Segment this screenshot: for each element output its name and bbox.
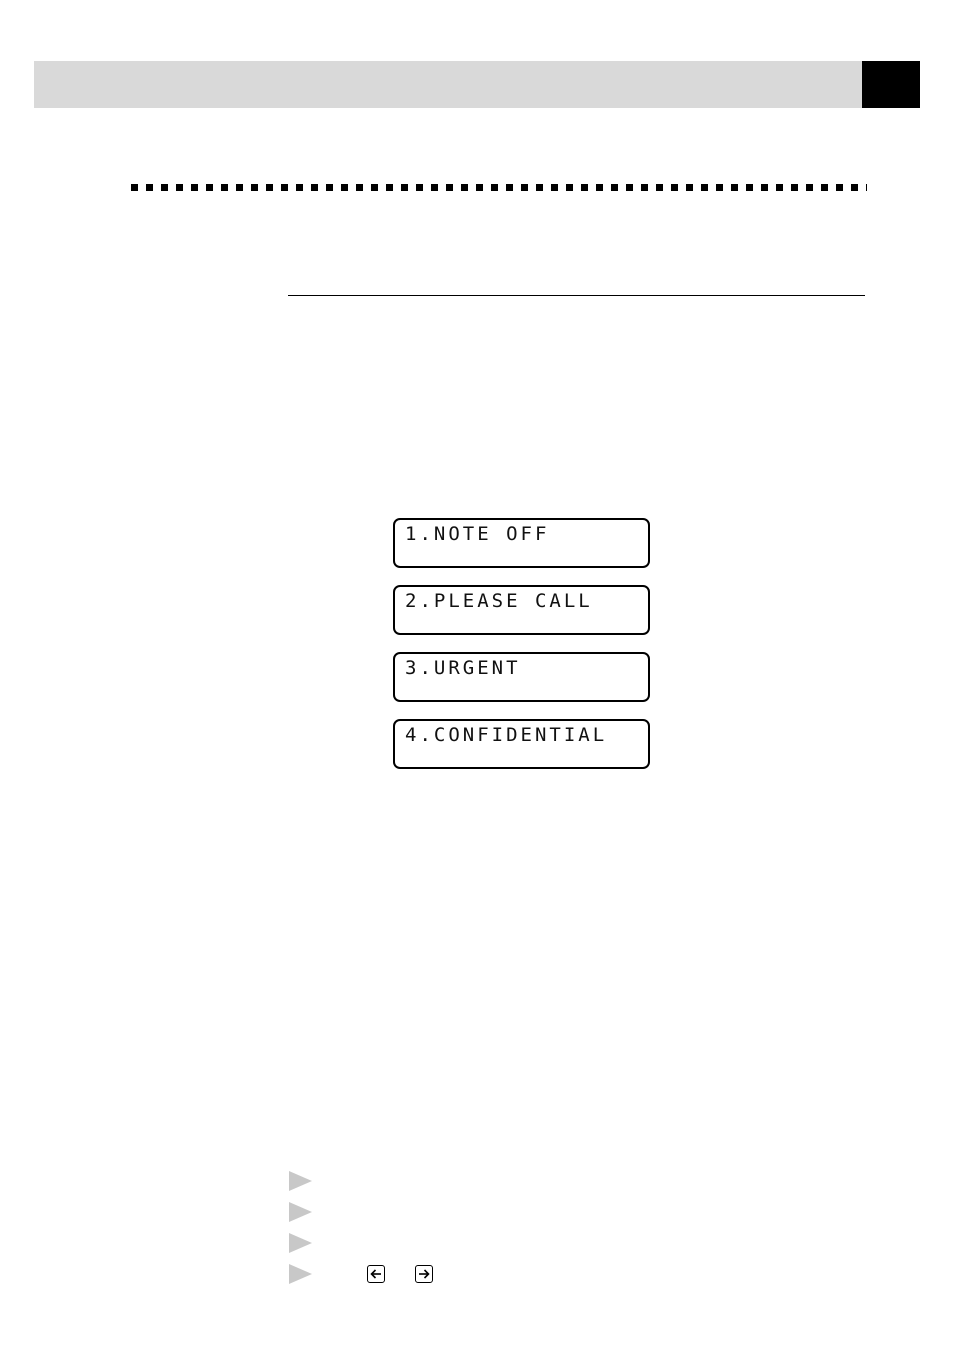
arrow-bullet-icon xyxy=(289,1202,312,1222)
lcd-options-list: 1.NOTE OFF 2.PLEASE CALL 3.URGENT 4.CONF… xyxy=(393,518,650,786)
arrow-bullet-icon xyxy=(289,1264,312,1284)
left-arrow-key-icon xyxy=(367,1265,385,1283)
heading-rule xyxy=(288,295,865,296)
page-header-bar xyxy=(34,61,862,108)
lcd-display-option-1: 1.NOTE OFF xyxy=(393,518,650,568)
lcd-display-option-3: 3.URGENT xyxy=(393,652,650,702)
chapter-tab xyxy=(862,61,920,108)
right-arrow-key-icon xyxy=(415,1265,433,1283)
arrow-bullet-icon xyxy=(289,1171,312,1191)
section-dotted-divider xyxy=(131,184,867,191)
lcd-display-option-2: 2.PLEASE CALL xyxy=(393,585,650,635)
arrow-bullet-icon xyxy=(289,1233,312,1253)
lcd-display-option-4: 4.CONFIDENTIAL xyxy=(393,719,650,769)
